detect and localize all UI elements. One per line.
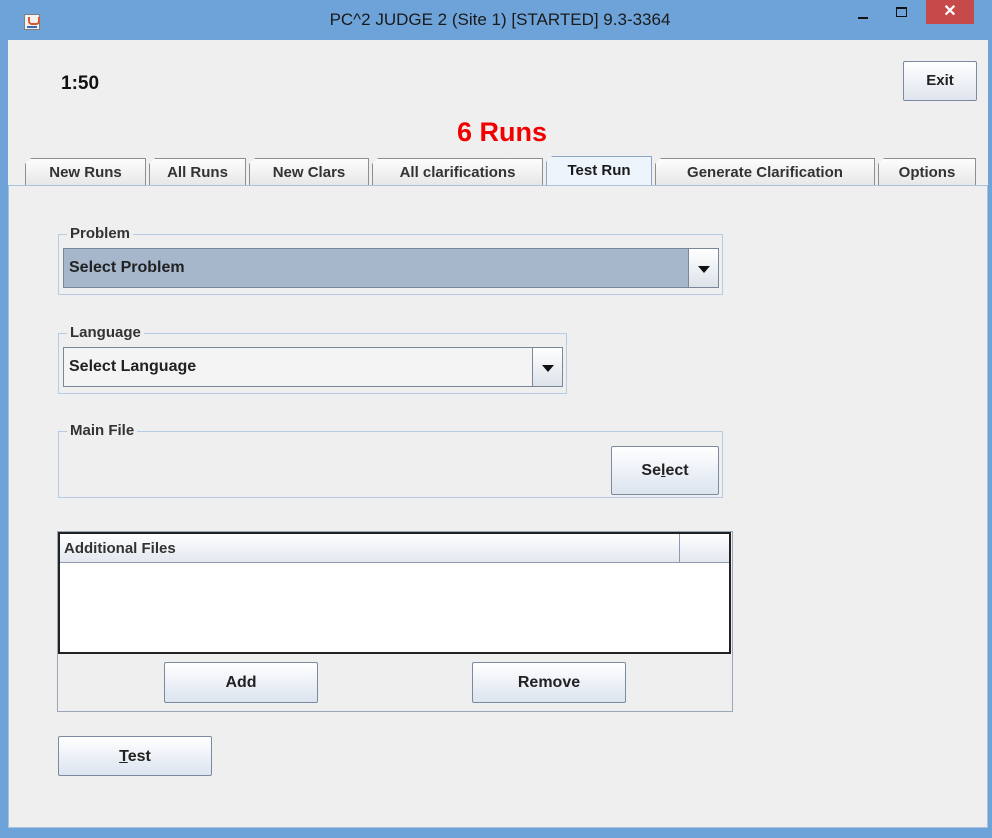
runs-count-label: 6 Runs <box>456 117 548 147</box>
language-select[interactable]: Select Language <box>63 347 563 387</box>
test-button[interactable]: Test <box>58 736 212 776</box>
tab-generate-clarification[interactable]: Generate Clarification <box>655 158 875 185</box>
exit-button[interactable]: Exit <box>903 61 977 101</box>
add-file-button[interactable]: Add <box>164 662 318 703</box>
problem-select[interactable]: Select Problem <box>63 248 719 288</box>
chevron-down-icon[interactable] <box>532 348 562 386</box>
main-file-label: Main File <box>67 422 138 439</box>
window-title: PC^2 JUDGE 2 (Site 1) [STARTED] 9.3-3364 <box>329 10 671 29</box>
client-area: 1:50 Exit 6 Runs New Runs All Runs New C… <box>8 40 988 828</box>
java-app-icon[interactable] <box>24 14 40 30</box>
problem-label: Problem <box>67 225 134 242</box>
main-file-group: Main File Select <box>58 422 723 498</box>
close-icon[interactable]: ✕ <box>926 0 974 24</box>
select-button-text-end: ect <box>665 462 689 479</box>
contest-clock: 1:50 <box>61 73 100 94</box>
test-run-panel: Problem Select Problem Language Select L… <box>8 185 988 828</box>
test-button-mnemonic: T <box>119 748 128 765</box>
tab-new-runs[interactable]: New Runs <box>25 158 146 185</box>
problem-select-value: Select Problem <box>69 259 185 276</box>
title-bar[interactable]: PC^2 JUDGE 2 (Site 1) [STARTED] 9.3-3364… <box>0 0 992 40</box>
language-label: Language <box>67 324 144 341</box>
problem-group: Problem Select Problem <box>58 225 723 295</box>
table-header: Additional Files <box>60 534 729 563</box>
maximize-icon[interactable] <box>886 0 916 24</box>
select-main-file-button[interactable]: Select <box>611 446 719 495</box>
remove-file-button[interactable]: Remove <box>472 662 626 703</box>
select-button-text-start: Se <box>641 462 661 479</box>
minimize-icon[interactable] <box>848 0 878 24</box>
language-group: Language Select Language <box>58 324 567 394</box>
tab-new-clars[interactable]: New Clars <box>249 158 369 185</box>
additional-files-column-header[interactable]: Additional Files <box>64 540 176 557</box>
tab-options[interactable]: Options <box>878 158 976 185</box>
tab-all-clarifications[interactable]: All clarifications <box>372 158 543 185</box>
tab-all-runs[interactable]: All Runs <box>149 158 246 185</box>
table-header-corner <box>679 534 729 562</box>
app-window: PC^2 JUDGE 2 (Site 1) [STARTED] 9.3-3364… <box>0 0 992 838</box>
additional-files-table[interactable]: Additional Files <box>58 532 731 654</box>
tab-test-run[interactable]: Test Run <box>546 156 652 186</box>
language-select-value: Select Language <box>69 358 197 375</box>
additional-files-area: Additional Files Add Remove <box>57 531 733 712</box>
chevron-down-icon[interactable] <box>688 249 718 287</box>
test-button-text: est <box>127 748 151 765</box>
